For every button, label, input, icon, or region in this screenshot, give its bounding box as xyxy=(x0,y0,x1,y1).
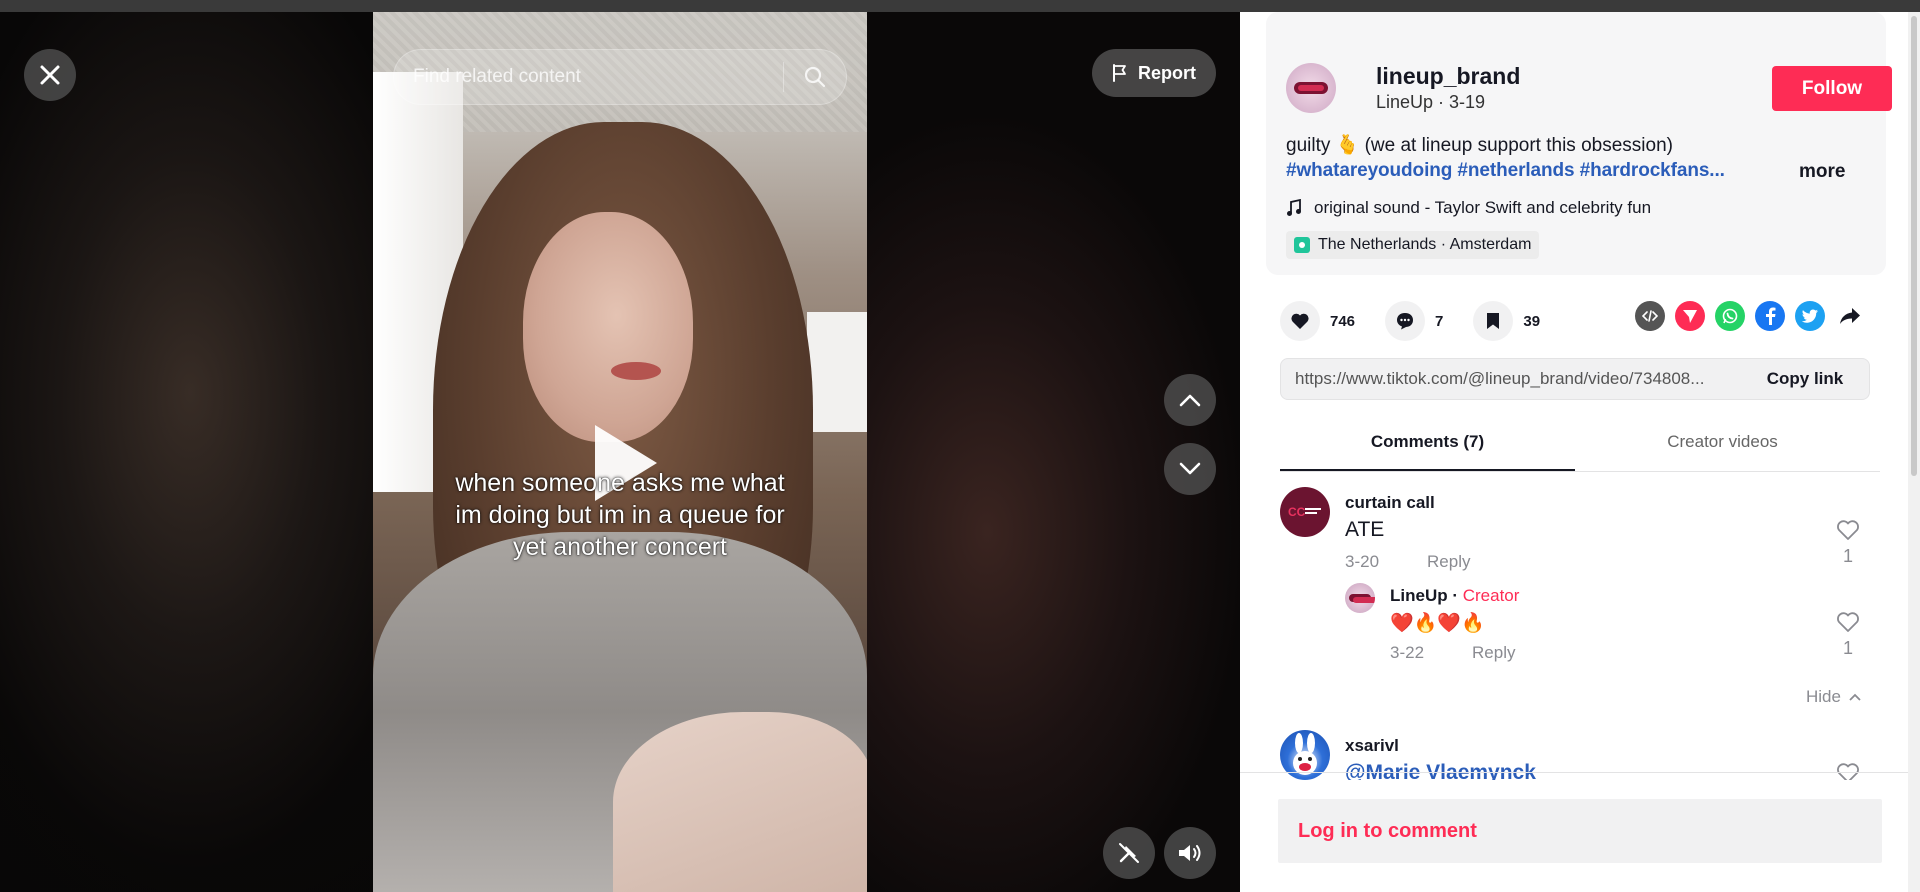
send-to-friends-button[interactable] xyxy=(1675,301,1705,331)
author-username[interactable]: lineup_brand xyxy=(1376,63,1520,90)
blurred-background-left xyxy=(0,12,373,892)
video-link-text: https://www.tiktok.com/@lineup_brand/vid… xyxy=(1295,369,1705,388)
search-icon xyxy=(804,66,826,88)
tab-comments[interactable]: Comments (7) xyxy=(1280,422,1575,471)
login-to-comment-button[interactable]: Log in to comment xyxy=(1278,799,1882,863)
twitter-icon xyxy=(1801,309,1818,323)
close-button[interactable] xyxy=(24,49,76,101)
reply-username[interactable]: LineUp xyxy=(1390,586,1448,605)
next-video-button[interactable] xyxy=(1164,443,1216,495)
floating-player-button[interactable] xyxy=(1103,827,1155,879)
avatar[interactable] xyxy=(1345,583,1375,613)
reply-like-count: 1 xyxy=(1842,638,1853,658)
comment-mention[interactable]: @Marie Vlaemynck xyxy=(1345,761,1536,780)
volume-button[interactable] xyxy=(1164,827,1216,879)
flag-icon xyxy=(1113,64,1126,82)
comment-like-button[interactable]: 1 xyxy=(1835,519,1861,567)
whatsapp-button[interactable] xyxy=(1715,301,1745,331)
comment-username[interactable]: curtain call xyxy=(1345,493,1435,513)
comment-username[interactable]: xsarivl xyxy=(1345,736,1399,756)
scrollbar-thumb[interactable] xyxy=(1911,16,1917,476)
music-link[interactable]: original sound - Taylor Swift and celebr… xyxy=(1286,198,1651,218)
location-pin-icon xyxy=(1294,237,1310,253)
hide-label: Hide xyxy=(1806,687,1841,706)
comment-list: CC curtain call ATE 3-20 Reply 1 LineUp … xyxy=(1280,487,1880,780)
chevron-up-icon xyxy=(1179,394,1201,407)
copy-link-box: https://www.tiktok.com/@lineup_brand/vid… xyxy=(1280,358,1870,400)
reply-button[interactable]: Reply xyxy=(1427,552,1470,572)
location-chip[interactable]: The Netherlands · Amsterdam xyxy=(1286,231,1540,259)
comment-date: 3-20 xyxy=(1345,552,1380,571)
more-share-button[interactable] xyxy=(1835,301,1865,331)
guitar-logo-icon xyxy=(1349,594,1375,603)
embed-icon xyxy=(1642,310,1658,322)
heart-outline-icon xyxy=(1837,763,1859,780)
search-input[interactable] xyxy=(394,50,783,104)
comment-icon xyxy=(1397,313,1414,330)
whatsapp-icon xyxy=(1722,308,1738,324)
panel-tabs: Comments (7) Creator videos xyxy=(1280,422,1880,472)
twitter-button[interactable] xyxy=(1795,301,1825,331)
like-count: 746 xyxy=(1330,312,1356,330)
facebook-button[interactable] xyxy=(1755,301,1785,331)
save-action[interactable]: 39 xyxy=(1473,301,1540,341)
previous-video-button[interactable] xyxy=(1164,374,1216,426)
comment-action[interactable]: 7 xyxy=(1385,301,1443,341)
author-avatar[interactable] xyxy=(1286,63,1336,113)
action-bar: 746 7 39 xyxy=(1280,301,1570,341)
share-row xyxy=(1635,301,1865,331)
more-button[interactable]: more xyxy=(1799,161,1845,183)
video-caption: when someone asks me what im doing but i… xyxy=(455,469,785,561)
music-note-icon xyxy=(1287,199,1301,216)
detail-panel: lineup_brand LineUp · 3-19 Follow guilty… xyxy=(1240,12,1920,892)
creator-badge: Creator xyxy=(1462,586,1520,605)
browser-top-bar xyxy=(0,0,1920,12)
chevron-down-icon xyxy=(1179,462,1201,475)
video-info-card: lineup_brand LineUp · 3-19 Follow guilty… xyxy=(1266,12,1892,275)
panel-scrollbar[interactable] xyxy=(1908,12,1920,892)
video-hashtags[interactable]: #whatareyoudoing #netherlands #hardrockf… xyxy=(1286,160,1725,182)
send-icon xyxy=(1683,310,1697,323)
divider xyxy=(1240,772,1920,773)
reply-date: 3-22 xyxy=(1390,643,1425,662)
avatar[interactable]: CC xyxy=(1280,487,1330,537)
embed-button[interactable] xyxy=(1635,301,1665,331)
like-action[interactable]: 746 xyxy=(1280,301,1355,341)
comment-count: 7 xyxy=(1435,312,1444,330)
report-button[interactable]: Report xyxy=(1092,49,1216,97)
video-description: guilty 🫰 (we at lineup support this obse… xyxy=(1286,135,1673,156)
heart-outline-icon xyxy=(1837,612,1859,632)
copy-link-button[interactable]: Copy link xyxy=(1741,369,1869,389)
video-stage: when someone asks me what im doing but i… xyxy=(0,12,1240,892)
report-label: Report xyxy=(1138,62,1196,83)
reply-button[interactable]: Reply xyxy=(1472,643,1515,663)
float-mode-icon xyxy=(1119,843,1139,863)
author-subline: LineUp · 3-19 xyxy=(1376,92,1486,112)
volume-icon xyxy=(1179,845,1201,861)
rabbid-avatar-icon xyxy=(1293,733,1317,775)
hide-replies-button[interactable]: Hide xyxy=(1806,687,1861,707)
comment-like-count: 1 xyxy=(1842,546,1853,566)
save-count: 39 xyxy=(1523,312,1541,330)
search-bar xyxy=(393,49,847,105)
heart-outline-icon xyxy=(1837,520,1859,540)
curtain-call-logo-icon: CC xyxy=(1288,505,1321,519)
follow-button[interactable]: Follow xyxy=(1772,66,1892,111)
bookmark-icon xyxy=(1487,313,1500,329)
music-label: original sound - Taylor Swift and celebr… xyxy=(1314,198,1652,217)
share-arrow-icon xyxy=(1840,308,1860,324)
comment-text: ATE xyxy=(1345,518,1385,541)
reply-text: ❤️🔥❤️🔥 xyxy=(1390,613,1485,634)
svg-text:CC: CC xyxy=(1288,505,1306,519)
comment-like-button[interactable] xyxy=(1835,762,1861,780)
guitar-logo-icon xyxy=(1294,82,1328,94)
tab-creator-videos[interactable]: Creator videos xyxy=(1575,422,1870,471)
chevron-up-icon xyxy=(1849,693,1861,701)
reply-like-button[interactable]: 1 xyxy=(1835,611,1861,659)
facebook-icon xyxy=(1766,307,1776,325)
location-label: The Netherlands · Amsterdam xyxy=(1318,236,1532,253)
close-icon xyxy=(40,65,60,85)
search-button[interactable] xyxy=(784,49,846,105)
heart-icon xyxy=(1291,313,1309,329)
